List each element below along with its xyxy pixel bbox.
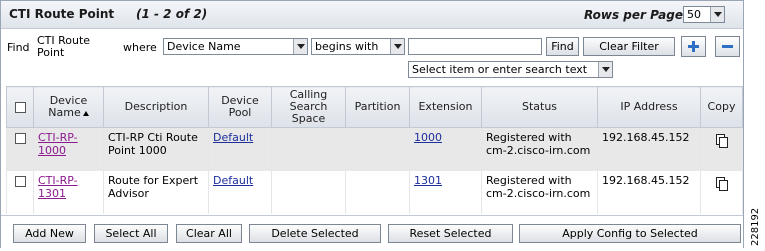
search-operator-value: begins with bbox=[315, 40, 379, 53]
chevron-down-icon[interactable] bbox=[710, 7, 724, 22]
row-select-cell bbox=[6, 171, 34, 214]
search-hint-value: Select item or enter search text bbox=[412, 63, 588, 76]
extension-cell: 1000 bbox=[409, 127, 482, 171]
reset-selected-button[interactable]: Reset Selected bbox=[388, 224, 513, 243]
table-row: CTI-RP-1000 CTI-RP Cti Route Point 1000 … bbox=[6, 127, 743, 171]
column-header-copy: Copy bbox=[700, 86, 743, 128]
calling-search-space-cell bbox=[271, 127, 346, 171]
column-header-device-pool[interactable]: Device Pool bbox=[208, 86, 272, 128]
cti-route-point-list-panel: CTI Route Point (1 - 2 of 2) Rows per Pa… bbox=[0, 0, 744, 248]
extension-link[interactable]: 1301 bbox=[414, 174, 442, 187]
delete-selected-button[interactable]: Delete Selected bbox=[249, 224, 381, 243]
description-cell: Route for Expert Advisor bbox=[103, 171, 209, 214]
record-count: (1 - 2 of 2) bbox=[136, 7, 208, 21]
device-name-header-label: Device Name bbox=[48, 94, 88, 119]
remove-search-criteria-button[interactable] bbox=[715, 36, 740, 57]
find-button[interactable]: Find bbox=[546, 37, 579, 56]
select-all-button[interactable]: Select All bbox=[94, 224, 168, 243]
column-header-extension[interactable]: Extension bbox=[409, 86, 482, 128]
partition-cell bbox=[345, 171, 410, 214]
ip-address-cell: 192.168.45.152 bbox=[597, 127, 701, 171]
search-operator-select[interactable]: begins with bbox=[311, 38, 405, 55]
device-name-link[interactable]: CTI-RP-1000 bbox=[38, 131, 78, 157]
search-input[interactable] bbox=[408, 38, 542, 55]
clear-all-button[interactable]: Clear All bbox=[176, 224, 242, 243]
column-header-calling-search-space[interactable]: Calling Search Space bbox=[271, 86, 346, 128]
table-header-row: Device Name Description Device Pool Call… bbox=[6, 86, 743, 128]
select-all-header bbox=[6, 86, 34, 128]
status-cell: Registered with cm-2.cisco-irn.com bbox=[481, 171, 598, 214]
chevron-down-icon[interactable] bbox=[598, 62, 612, 77]
rows-per-page-value: 50 bbox=[687, 8, 701, 21]
row-select-cell bbox=[6, 127, 34, 171]
device-pool-link[interactable]: Default bbox=[213, 131, 253, 144]
description-cell: CTI-RP Cti Route Point 1000 bbox=[103, 127, 209, 171]
chevron-down-icon[interactable] bbox=[293, 39, 307, 54]
rows-per-page-select[interactable]: 50 bbox=[683, 6, 725, 23]
column-header-partition[interactable]: Partition bbox=[345, 86, 410, 128]
copy-icon[interactable] bbox=[716, 134, 728, 148]
ip-address-cell: 192.168.45.152 bbox=[597, 171, 701, 214]
device-pool-cell: Default bbox=[208, 127, 272, 171]
select-all-checkbox[interactable] bbox=[14, 101, 26, 113]
copy-cell bbox=[700, 171, 743, 214]
partition-cell bbox=[345, 127, 410, 171]
clear-filter-button[interactable]: Clear Filter bbox=[583, 37, 675, 56]
copy-cell bbox=[700, 127, 743, 171]
where-label: where bbox=[123, 41, 157, 54]
figure-id-label: 228192 bbox=[750, 207, 761, 246]
list-header-bar: CTI Route Point (1 - 2 of 2) Rows per Pa… bbox=[1, 1, 743, 29]
calling-search-space-cell bbox=[271, 171, 346, 214]
rows-per-page-label: Rows per Page bbox=[584, 8, 683, 22]
table-row: CTI-RP-1301 Route for Expert Advisor Def… bbox=[6, 171, 743, 214]
apply-config-button[interactable]: Apply Config to Selected bbox=[519, 224, 741, 243]
search-hint-select[interactable]: Select item or enter search text bbox=[408, 61, 613, 78]
find-label: Find bbox=[7, 41, 30, 54]
page-title: CTI Route Point bbox=[9, 7, 115, 21]
device-name-cell: CTI-RP-1000 bbox=[33, 127, 104, 171]
column-header-status: Status bbox=[481, 86, 598, 128]
status-cell: Registered with cm-2.cisco-irn.com bbox=[481, 127, 598, 171]
results-table: Device Name Description Device Pool Call… bbox=[6, 86, 743, 214]
search-field-select[interactable]: Device Name bbox=[163, 38, 308, 55]
device-pool-cell: Default bbox=[208, 171, 272, 214]
extension-cell: 1301 bbox=[409, 171, 482, 214]
chevron-down-icon[interactable] bbox=[390, 39, 404, 54]
search-field-value: Device Name bbox=[167, 40, 241, 53]
add-search-criteria-button[interactable] bbox=[681, 36, 706, 57]
row-checkbox[interactable] bbox=[14, 132, 26, 144]
add-new-button[interactable]: Add New bbox=[13, 224, 86, 243]
device-name-link[interactable]: CTI-RP-1301 bbox=[38, 174, 78, 200]
device-pool-link[interactable]: Default bbox=[213, 174, 253, 187]
column-header-description[interactable]: Description bbox=[103, 86, 209, 128]
row-checkbox[interactable] bbox=[14, 175, 26, 187]
column-header-ip-address: IP Address bbox=[597, 86, 701, 128]
device-name-cell: CTI-RP-1301 bbox=[33, 171, 104, 214]
column-header-device-name[interactable]: Device Name bbox=[33, 86, 104, 128]
sort-ascending-icon bbox=[82, 110, 89, 116]
find-object-label: CTI Route Point bbox=[37, 34, 91, 59]
extension-link[interactable]: 1000 bbox=[414, 131, 442, 144]
copy-icon[interactable] bbox=[716, 177, 728, 191]
action-toolbar: Add New Select All Clear All Delete Sele… bbox=[1, 215, 743, 248]
